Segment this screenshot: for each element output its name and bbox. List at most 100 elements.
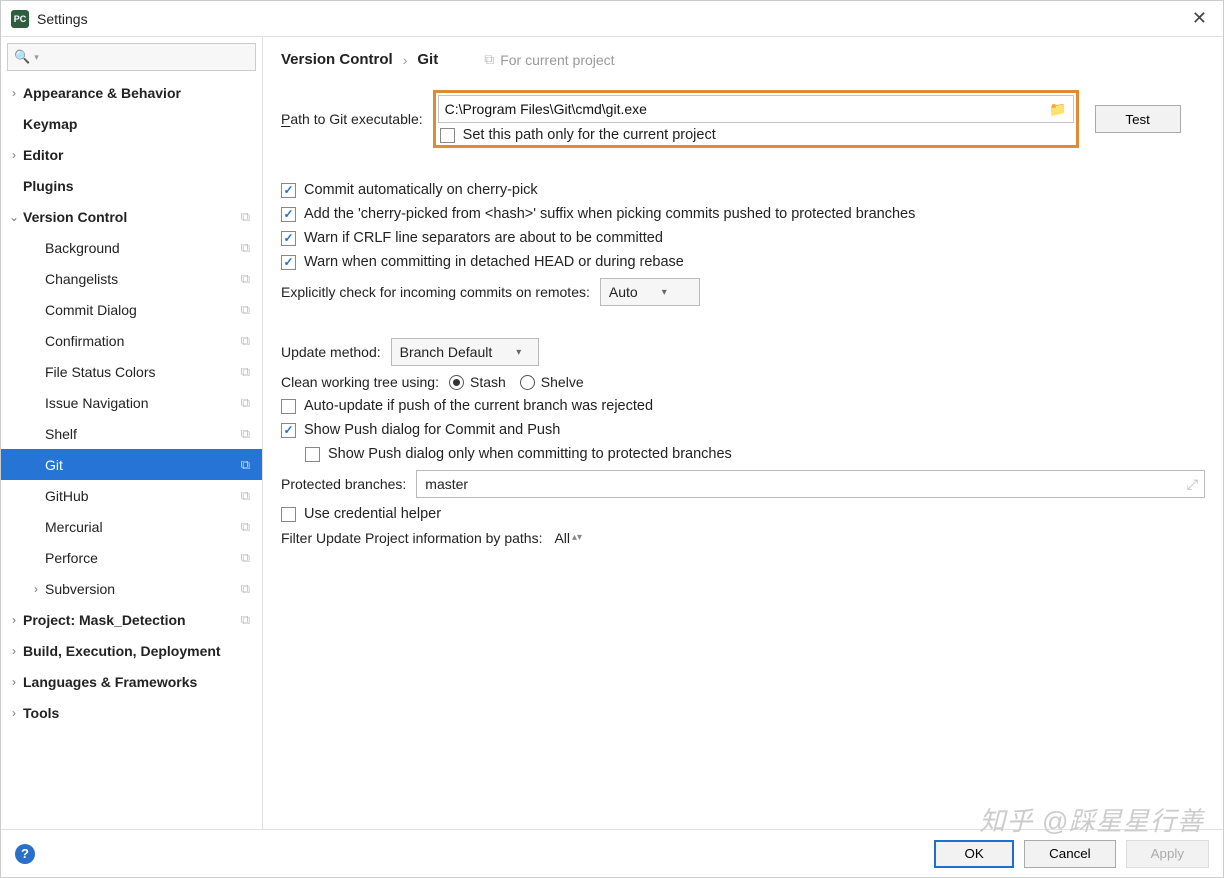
copy-icon: ⧉ [241,426,254,442]
commit-auto-checkbox[interactable]: Commit automatically on cherry-pick [281,182,1205,198]
sidebar-item-label: Appearance & Behavior [21,85,254,101]
set-path-only-checkbox[interactable]: Set this path only for the current proje… [440,127,1074,143]
sidebar-item-commit-dialog[interactable]: Commit Dialog⧉ [1,294,262,325]
sidebar-item-build-execution-deployment[interactable]: ›Build, Execution, Deployment [1,635,262,666]
shelve-radio[interactable]: Shelve [520,374,584,390]
copy-icon: ⧉ [241,488,254,504]
sidebar-item-perforce[interactable]: Perforce⧉ [1,542,262,573]
search-input[interactable]: 🔍▾ [7,43,256,71]
sidebar-item-tools[interactable]: ›Tools [1,697,262,728]
sidebar-item-label: Version Control [21,209,241,225]
sidebar-item-label: Subversion [43,581,241,597]
sidebar-item-subversion[interactable]: ›Subversion⧉ [1,573,262,604]
copy-icon: ⧉ [241,271,254,287]
clean-tree-label: Clean working tree using: [281,374,439,390]
sidebar-item-editor[interactable]: ›Editor [1,139,262,170]
cancel-button[interactable]: Cancel [1024,840,1116,868]
crumb-version-control[interactable]: Version Control [281,51,393,68]
sidebar-item-issue-navigation[interactable]: Issue Navigation⧉ [1,387,262,418]
sidebar-item-keymap[interactable]: Keymap [1,108,262,139]
warn-detached-checkbox[interactable]: Warn when committing in detached HEAD or… [281,254,1205,270]
copy-icon: ⧉ [241,302,254,318]
credential-checkbox[interactable]: Use credential helper [281,506,1205,522]
show-push-checkbox[interactable]: Show Push dialog for Commit and Push [281,422,1205,438]
sidebar-item-label: Mercurial [43,519,241,535]
copy-icon: ⧉ [484,51,494,68]
copy-icon: ⧉ [241,209,254,225]
sidebar-item-label: Shelf [43,426,241,442]
explicit-check-select[interactable]: Auto▾ [600,278,700,306]
sidebar-item-label: Editor [21,147,254,163]
help-icon[interactable]: ? [15,844,35,864]
sidebar-item-label: Changelists [43,271,241,287]
warn-crlf-checkbox[interactable]: Warn if CRLF line separators are about t… [281,230,1205,246]
copy-icon: ⧉ [241,395,254,411]
sidebar-item-label: Project: Mask_Detection [21,612,241,628]
sidebar-item-label: GitHub [43,488,241,504]
app-icon: PC [11,10,29,28]
sidebar-item-version-control[interactable]: ⌄Version Control⧉ [1,201,262,232]
git-path-input[interactable]: C:\Program Files\Git\cmd\git.exe 📁 [438,95,1074,123]
apply-button: Apply [1126,840,1209,868]
add-suffix-checkbox[interactable]: Add the 'cherry-picked from <hash>' suff… [281,206,1205,222]
sidebar-item-languages-frameworks[interactable]: ›Languages & Frameworks [1,666,262,697]
sidebar-item-label: Build, Execution, Deployment [21,643,254,659]
folder-icon[interactable]: 📁 [1049,101,1066,118]
sidebar-item-label: Languages & Frameworks [21,674,254,690]
chevron-right-icon[interactable]: › [7,148,21,162]
sidebar-item-plugins[interactable]: Plugins [1,170,262,201]
chevron-right-icon[interactable]: › [7,706,21,720]
stash-radio[interactable]: Stash [449,374,506,390]
expand-icon[interactable]: ⤢ [1187,476,1198,493]
sidebar-item-label: Keymap [21,116,254,132]
sidebar-item-project-mask-detection[interactable]: ›Project: Mask_Detection⧉ [1,604,262,635]
chevron-right-icon[interactable]: › [7,675,21,689]
close-icon[interactable]: ✕ [1186,8,1213,29]
chevron-right-icon[interactable]: › [7,644,21,658]
chevron-right-icon[interactable]: › [7,86,21,100]
sidebar-item-label: File Status Colors [43,364,241,380]
filter-all-dropdown[interactable]: All ▴▾ [554,530,582,546]
update-method-label: Update method: [281,344,381,360]
copy-icon: ⧉ [241,612,254,628]
sidebar-item-confirmation[interactable]: Confirmation⧉ [1,325,262,356]
filter-update-label: Filter Update Project information by pat… [281,530,542,546]
chevron-down-icon: ▾ [516,347,521,358]
sidebar-item-mercurial[interactable]: Mercurial⧉ [1,511,262,542]
sidebar-item-shelf[interactable]: Shelf⧉ [1,418,262,449]
sidebar-item-label: Confirmation [43,333,241,349]
protected-branches-input[interactable]: master ⤢ [416,470,1205,498]
sidebar-item-label: Tools [21,705,254,721]
path-label: Path to Git executable: [281,111,423,127]
protected-label: Protected branches: [281,476,406,492]
sidebar-item-appearance-behavior[interactable]: ›Appearance & Behavior [1,77,262,108]
update-method-select[interactable]: Branch Default▾ [391,338,539,366]
test-button[interactable]: Test [1095,105,1181,133]
search-icon: 🔍 [14,49,30,65]
sort-icon: ▴▾ [572,535,582,541]
sidebar-item-github[interactable]: GitHub⧉ [1,480,262,511]
auto-update-checkbox[interactable]: Auto-update if push of the current branc… [281,398,1205,414]
chevron-down-icon[interactable]: ⌄ [7,210,21,224]
chevron-right-icon[interactable]: › [7,613,21,627]
chevron-down-icon: ▾ [34,52,39,63]
copy-icon: ⧉ [241,519,254,535]
sidebar-item-git[interactable]: Git⧉ [1,449,262,480]
copy-icon: ⧉ [241,240,254,256]
chevron-right-icon: › [403,52,408,68]
copy-icon: ⧉ [241,364,254,380]
for-current-project-label: ⧉ For current project [484,51,614,68]
copy-icon: ⧉ [241,333,254,349]
sidebar-item-label: Plugins [21,178,254,194]
sidebar-item-background[interactable]: Background⧉ [1,232,262,263]
show-push-protected-checkbox[interactable]: Show Push dialog only when committing to… [305,446,1205,462]
sidebar-item-file-status-colors[interactable]: File Status Colors⧉ [1,356,262,387]
settings-tree: ›Appearance & BehaviorKeymap›EditorPlugi… [1,77,262,829]
sidebar-item-changelists[interactable]: Changelists⧉ [1,263,262,294]
chevron-down-icon: ▾ [662,287,667,298]
sidebar-item-label: Issue Navigation [43,395,241,411]
ok-button[interactable]: OK [934,840,1014,868]
copy-icon: ⧉ [241,581,254,597]
chevron-right-icon[interactable]: › [29,582,43,596]
sidebar-item-label: Git [43,457,241,473]
